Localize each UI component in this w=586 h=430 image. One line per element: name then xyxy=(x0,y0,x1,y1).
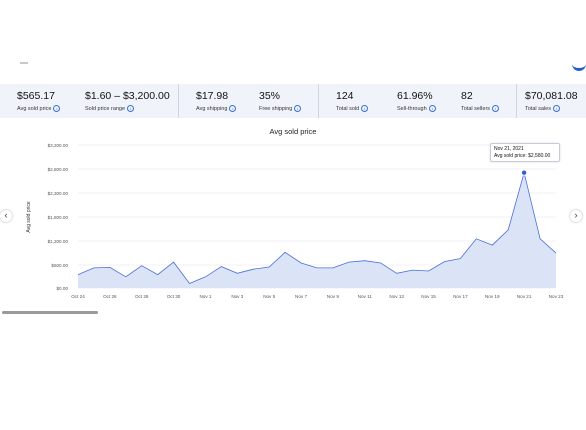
x-tick-label: Nov 21 xyxy=(517,294,532,299)
x-tick-label: Nov 7 xyxy=(295,294,307,299)
y-tick-label: $2,800.00 xyxy=(48,167,69,172)
x-tick-label: Nov 11 xyxy=(358,294,373,299)
highlight-point[interactable] xyxy=(521,169,528,176)
highlight-marker xyxy=(521,169,528,176)
x-tick-label: Oct 24 xyxy=(71,294,85,299)
x-tick-label: Nov 3 xyxy=(231,294,243,299)
y-tick-label: $1,800.00 xyxy=(48,215,69,220)
x-tick-label: Nov 17 xyxy=(453,294,468,299)
avg-sold-price-chart: $3,200.00 $2,800.00 $2,300.00 $1,800.00 $1,2… xyxy=(26,143,564,299)
chevron-right-icon[interactable]: › xyxy=(570,210,582,222)
x-tick-label: Nov 5 xyxy=(263,294,275,299)
chevron-left-icon[interactable]: ‹ xyxy=(0,210,12,222)
y-tick-label: $1,200.00 xyxy=(48,239,69,244)
horizontal-scrollbar[interactable] xyxy=(2,311,98,314)
y-tick-label: $3,200.00 xyxy=(48,143,69,148)
series-area xyxy=(78,172,556,288)
x-tick-label: Nov 1 xyxy=(199,294,211,299)
x-tick-labels: Oct 24 Oct 26 Oct 28 Oct 30 Nov 1 Nov 3 Nov 5 N… xyxy=(71,294,563,299)
x-tick-label: Nov 23 xyxy=(549,294,564,299)
x-tick-label: Nov 19 xyxy=(485,294,500,299)
x-tick-label: Oct 28 xyxy=(135,294,149,299)
y-axis-label: Avg sold price xyxy=(26,201,32,233)
x-tick-label: Oct 30 xyxy=(167,294,181,299)
x-tick-label: Nov 15 xyxy=(421,294,436,299)
chart-tooltip: Nov 21, 2021 Avg sold price: $2,580.00 xyxy=(490,143,560,162)
x-tick-label: Nov 13 xyxy=(389,294,404,299)
y-tick-labels: $3,200.00 $2,800.00 $2,300.00 $1,800.00 $1,2… xyxy=(48,143,69,291)
y-tick-label: $600.00 xyxy=(51,263,68,268)
x-tick-label: Oct 26 xyxy=(103,294,117,299)
x-tick-label: Nov 9 xyxy=(327,294,339,299)
tooltip-value: Avg sold price: $2,580.00 xyxy=(494,153,551,159)
y-tick-label: $2,300.00 xyxy=(48,191,69,196)
tooltip-date: Nov 21, 2021 xyxy=(494,146,524,152)
y-tick-label: $0.00 xyxy=(57,286,69,291)
